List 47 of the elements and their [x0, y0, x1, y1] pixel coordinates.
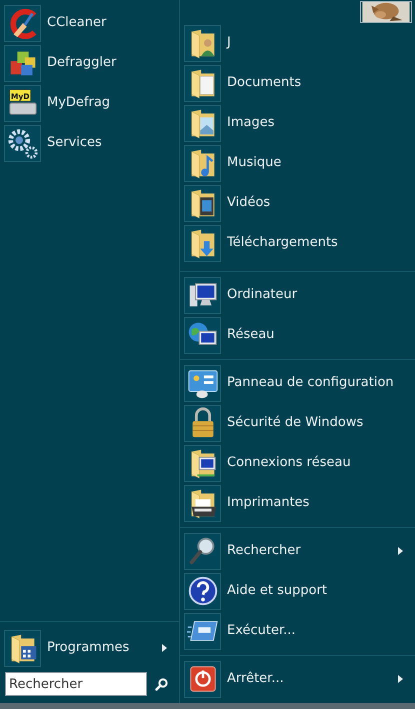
menu-item-label: J	[227, 34, 232, 52]
menu-item-label: Réseau	[227, 326, 276, 344]
menu-item[interactable]: Aide et support	[180, 571, 415, 611]
menu-item[interactable]: Services	[0, 123, 179, 163]
menu-item[interactable]: Ordinateur	[180, 275, 415, 315]
caret-icon	[398, 547, 403, 555]
menu-item[interactable]: Vidéos	[180, 183, 415, 223]
menu-item-label: Services	[47, 134, 103, 152]
menu-item[interactable]: Connexions réseau	[180, 443, 415, 483]
menu-item-label: CCleaner	[47, 14, 108, 32]
menu-item[interactable]: Réseau	[180, 315, 415, 355]
menu-item-label: Téléchargements	[227, 234, 339, 252]
menu-item-label: Aide et support	[227, 582, 328, 600]
menu-item[interactable]: Documents	[180, 63, 415, 103]
menu-item[interactable]: Exécuter...	[180, 611, 415, 651]
menu-item-label: Imprimantes	[227, 494, 310, 512]
menu-item-label: Musique	[227, 154, 282, 172]
menu-item-label: Connexions réseau	[227, 454, 352, 472]
menu-item-label: Arrêter...	[227, 670, 285, 688]
menu-item[interactable]: Imprimantes	[180, 483, 415, 523]
menu-item-label: Images	[227, 114, 276, 132]
menu-item[interactable]: Arrêter...	[180, 659, 415, 699]
menu-item-label: Sécurité de Windows	[227, 414, 364, 432]
menu-item[interactable]: MyD MyDefrag	[0, 83, 179, 123]
menu-item[interactable]: Defraggler	[0, 43, 179, 83]
menu-item-label: Vidéos	[227, 194, 272, 212]
menu-item-label: Exécuter...	[227, 622, 297, 640]
menu-item-label: MyDefrag	[47, 94, 112, 112]
menu-item-label: Programmes	[47, 639, 130, 658]
search-field[interactable]: Rechercher	[5, 672, 147, 696]
menu-item[interactable]: Programmes	[0, 628, 179, 668]
menu-item-label: Documents	[227, 74, 302, 92]
menu-item-label: Rechercher	[227, 542, 302, 560]
menu-item[interactable]: Téléchargements	[180, 223, 415, 263]
menu-item[interactable]: CCleaner	[0, 3, 179, 43]
menu-item[interactable]: Panneau de configuration	[180, 363, 415, 403]
menu-item[interactable]: Musique	[180, 143, 415, 183]
menu-item-label: Panneau de configuration	[227, 374, 395, 392]
menu-item[interactable]: Sécurité de Windows	[180, 403, 415, 443]
menu-item-label: Ordinateur	[227, 286, 298, 304]
menu-item-label: Defraggler	[47, 54, 118, 72]
menu-item[interactable]: Rechercher	[180, 531, 415, 571]
menu-item[interactable]: J	[180, 23, 415, 63]
menu-item[interactable]: Images	[180, 103, 415, 143]
caret-icon	[162, 644, 167, 652]
caret-icon	[398, 675, 403, 683]
search-icon[interactable]	[155, 678, 168, 690]
